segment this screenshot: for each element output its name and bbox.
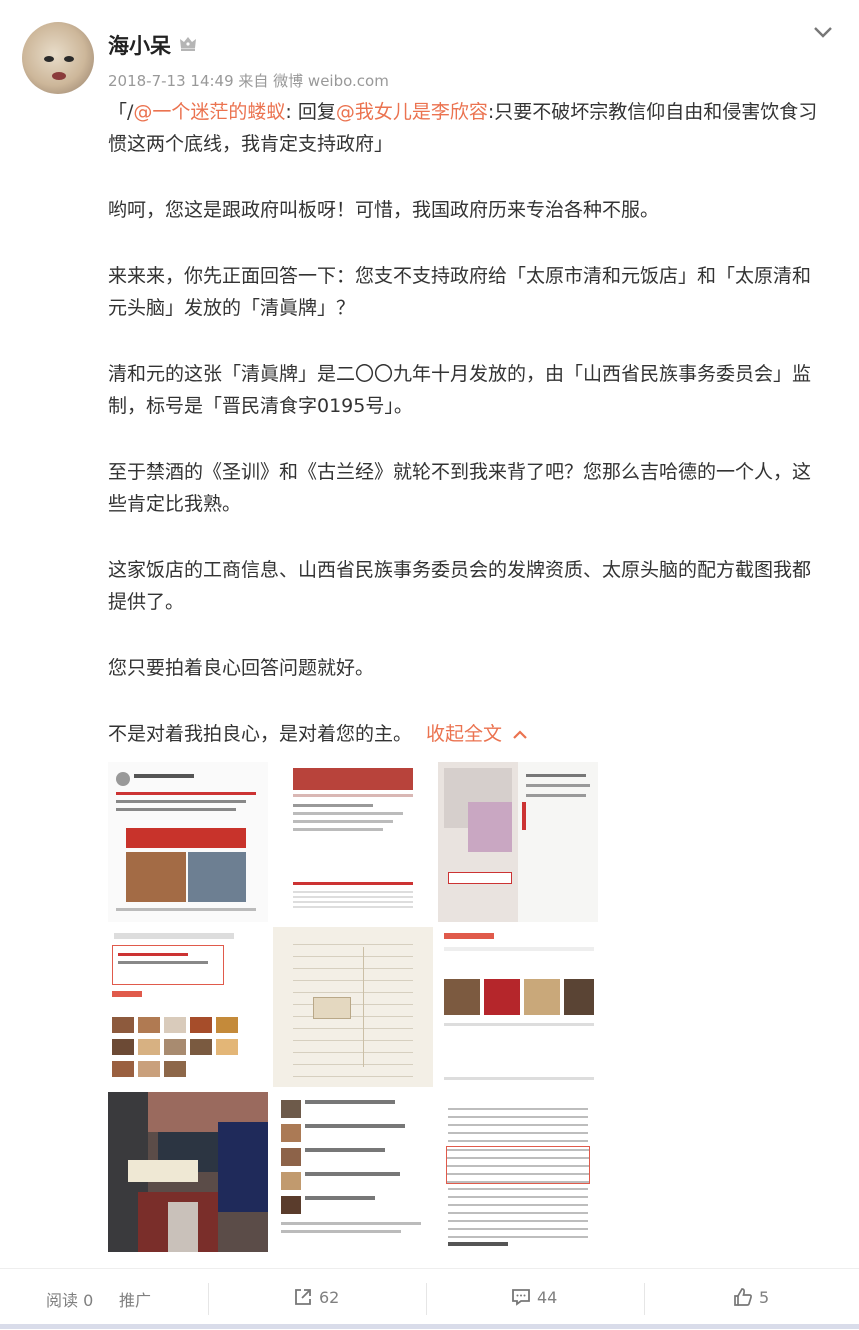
avatar[interactable] <box>22 22 94 94</box>
post-meta: 2018-7-13 14:49 来自 微博 weibo.com <box>108 72 389 90</box>
post-body: 「/@一个迷茫的蝼蚁: 回复@我女儿是李欣容:只要不破坏宗教信仰自由和侵害饮食习… <box>108 96 828 750</box>
post-footer: 阅读 0 推广 62 44 5 <box>0 1268 859 1330</box>
comment-count: 44 <box>537 1288 558 1307</box>
thumbs-up-icon <box>734 1288 752 1306</box>
share-icon <box>295 1289 311 1305</box>
image-weibo-screenshot[interactable] <box>108 762 268 922</box>
collapse-label: 收起全文 <box>426 723 503 745</box>
image-registry-document[interactable] <box>273 927 433 1087</box>
share-count: 62 <box>319 1288 340 1307</box>
paragraph: 哟呵，您这是跟政府叫板呀！可惜，我国政府历来专治各种不服。 <box>108 199 660 221</box>
read-count: 阅读 0 <box>46 1291 94 1310</box>
quote-mid: : 回复 <box>285 101 336 123</box>
image-business-info-screenshot[interactable] <box>108 927 268 1087</box>
mention-link-1[interactable]: @一个迷茫的蝼蚁 <box>133 101 285 123</box>
chevron-up-icon <box>513 729 527 739</box>
image-restaurant-storefront-photo[interactable] <box>108 1092 268 1252</box>
paragraph: 您只要拍着良心回答问题就好。 <box>108 657 375 679</box>
divider <box>644 1283 645 1315</box>
promote-button[interactable]: 推广 <box>119 1287 151 1311</box>
avatar-eye-left <box>44 56 54 62</box>
paragraph: 至于禁酒的《圣训》和《古兰经》就轮不到我来背了吧？您那么吉哈德的一个人，这些肯定… <box>108 461 812 515</box>
quote-paragraph: 「/@一个迷茫的蝼蚁: 回复@我女儿是李欣容:只要不破坏宗教信仰自由和侵害饮食习… <box>108 96 828 160</box>
avatar-eye-right <box>64 56 74 62</box>
mention-link-2[interactable]: @我女儿是李欣容 <box>336 101 488 123</box>
paragraph: 清和元的这张「清眞牌」是二〇〇九年十月发放的，由「山西省民族事务委员会」监制，标… <box>108 363 812 417</box>
share-button[interactable]: 62 <box>293 1287 339 1307</box>
image-recipe-list-screenshot[interactable] <box>273 1092 433 1252</box>
username[interactable]: 海小呆 <box>108 30 171 60</box>
image-grid <box>108 762 598 1252</box>
divider <box>208 1283 209 1315</box>
like-button[interactable]: 5 <box>733 1287 769 1307</box>
like-count: 5 <box>759 1288 770 1307</box>
image-certificate-photo[interactable] <box>438 762 598 922</box>
image-book-page-scan[interactable] <box>438 1092 598 1252</box>
collapse-button[interactable]: 收起全文 <box>426 723 528 745</box>
paragraph: 来来来，你先正面回答一下：您支不支持政府给「太原市清和元饭店」和「太原清和元头脑… <box>108 265 812 319</box>
last-paragraph-text: 不是对着我拍良心，是对着您的主。 <box>108 723 413 745</box>
bottom-divider-bar <box>0 1324 859 1329</box>
divider <box>426 1283 427 1315</box>
image-ethnic-affairs-site-screenshot[interactable] <box>273 762 433 922</box>
image-food-photos-screenshot[interactable] <box>438 927 598 1087</box>
weibo-post-card: 海小呆 2018-7-13 14:49 来自 微博 weibo.com 「/@一… <box>0 0 859 1329</box>
last-paragraph: 不是对着我拍良心，是对着您的主。 收起全文 <box>108 718 828 750</box>
comment-icon <box>512 1289 530 1306</box>
member-crown-icon[interactable] <box>178 33 198 53</box>
paragraph: 这家饭店的工商信息、山西省民族事务委员会的发牌资质、太原头脑的配方截图我都提供了… <box>108 559 812 613</box>
quote-prefix: 「/ <box>108 101 134 123</box>
comment-button[interactable]: 44 <box>511 1287 557 1307</box>
chevron-down-icon[interactable] <box>812 24 834 40</box>
avatar-mouth <box>52 72 66 80</box>
